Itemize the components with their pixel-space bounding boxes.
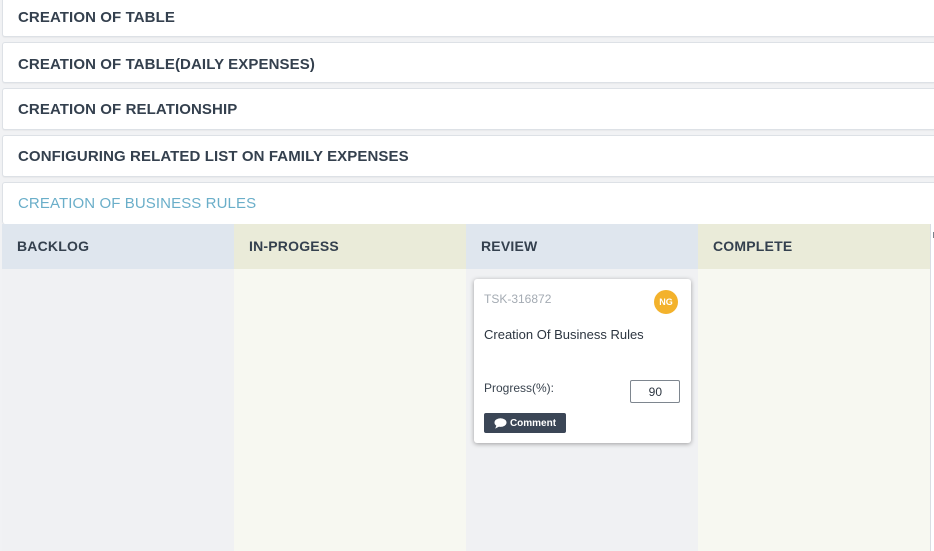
column-header: COMPLETE xyxy=(698,224,930,269)
comment-button[interactable]: Comment xyxy=(484,413,566,433)
accordion-item-label: CREATION OF BUSINESS RULES xyxy=(18,195,257,212)
task-title[interactable]: Creation Of Business Rules xyxy=(484,327,644,342)
column-header: REVIEW xyxy=(466,224,698,269)
column-in-progress: IN-PROGESS xyxy=(234,224,466,551)
accordion-item-business-rules[interactable]: CREATION OF BUSINESS RULES xyxy=(2,182,934,224)
project-page: CREATION OF TABLE CREATION OF TABLE(DAIL… xyxy=(0,0,934,551)
column-dropzone[interactable] xyxy=(698,269,930,551)
column-backlog: BACKLOG xyxy=(2,224,234,551)
column-complete: COMPLETE xyxy=(698,224,930,551)
task-id: TSK-316872 xyxy=(484,292,552,306)
comment-button-label: Comment xyxy=(509,417,557,429)
accordion-item-label: CREATION OF TABLE xyxy=(18,9,175,26)
progress-input[interactable] xyxy=(630,380,680,403)
accordion-item-related-list[interactable]: CONFIGURING RELATED LIST ON FAMILY EXPEN… xyxy=(2,135,934,177)
scrollbar-track[interactable] xyxy=(930,224,934,551)
accordion-item-daily-expenses[interactable]: CREATION OF TABLE(DAILY EXPENSES) xyxy=(2,42,934,83)
task-card[interactable]: TSK-316872 NG Creation Of Business Rules… xyxy=(474,279,691,443)
column-dropzone[interactable] xyxy=(2,269,234,551)
column-dropzone[interactable] xyxy=(234,269,466,551)
accordion-item-label: CREATION OF RELATIONSHIP xyxy=(18,101,238,118)
accordion-item-creation-of-table[interactable]: CREATION OF TABLE xyxy=(2,0,934,37)
accordion-item-label: CREATION OF TABLE(DAILY EXPENSES) xyxy=(18,56,315,73)
column-header: IN-PROGESS xyxy=(234,224,466,269)
accordion-item-label: CONFIGURING RELATED LIST ON FAMILY EXPEN… xyxy=(18,148,409,165)
kanban-board: BACKLOG IN-PROGESS REVIEW COMPLETE xyxy=(2,224,930,551)
column-header: BACKLOG xyxy=(2,224,234,269)
assignee-avatar[interactable]: NG xyxy=(654,290,678,314)
assignee-initials: NG xyxy=(659,297,673,307)
comment-icon xyxy=(494,417,507,429)
accordion-item-relationship[interactable]: CREATION OF RELATIONSHIP xyxy=(2,88,934,130)
progress-label: Progress(%): xyxy=(484,381,555,395)
